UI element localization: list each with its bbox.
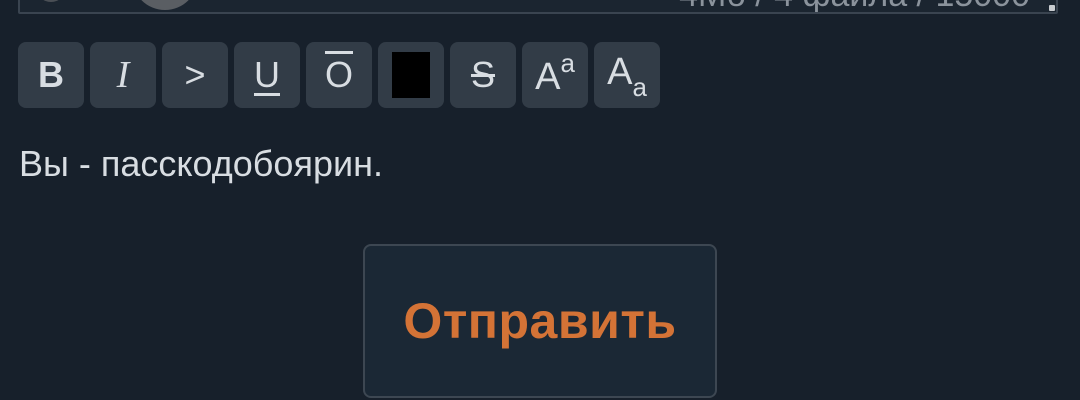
attachment-thumbnail[interactable] <box>36 0 66 2</box>
quote-button[interactable]: > <box>162 42 228 108</box>
spoiler-button[interactable] <box>378 42 444 108</box>
reply-form: 4Мб / 4 файла / 15000 B I > U O S Aa Aa <box>0 0 1080 400</box>
overline-button[interactable]: O <box>306 42 372 108</box>
submit-button[interactable]: Отправить <box>363 244 717 398</box>
strikethrough-button[interactable]: S <box>450 42 516 108</box>
bold-icon: B <box>38 54 64 95</box>
superscript-icon: Aa <box>535 47 575 98</box>
subscript-icon: Aa <box>607 50 647 103</box>
italic-button[interactable]: I <box>90 42 156 108</box>
italic-icon: I <box>116 54 130 96</box>
attachments-box[interactable]: 4Мб / 4 файла / 15000 <box>18 0 1058 14</box>
spoiler-icon <box>392 52 430 98</box>
strikethrough-icon: S <box>470 54 495 95</box>
underline-icon: U <box>254 54 280 95</box>
attachments-limit-info: 4Мб / 4 файла / 15000 <box>679 0 1030 12</box>
formatting-toolbar: B I > U O S Aa Aa <box>18 42 660 108</box>
message-textarea[interactable]: Вы - пасскодобоярин. <box>19 142 383 186</box>
bold-button[interactable]: B <box>18 42 84 108</box>
attachment-thumbnail[interactable] <box>132 0 198 10</box>
quote-icon: > <box>184 54 206 95</box>
superscript-button[interactable]: Aa <box>522 42 588 108</box>
underline-button[interactable]: U <box>234 42 300 108</box>
subscript-button[interactable]: Aa <box>594 42 660 108</box>
overline-icon: O <box>324 54 353 95</box>
resize-handle[interactable] <box>1049 5 1055 11</box>
